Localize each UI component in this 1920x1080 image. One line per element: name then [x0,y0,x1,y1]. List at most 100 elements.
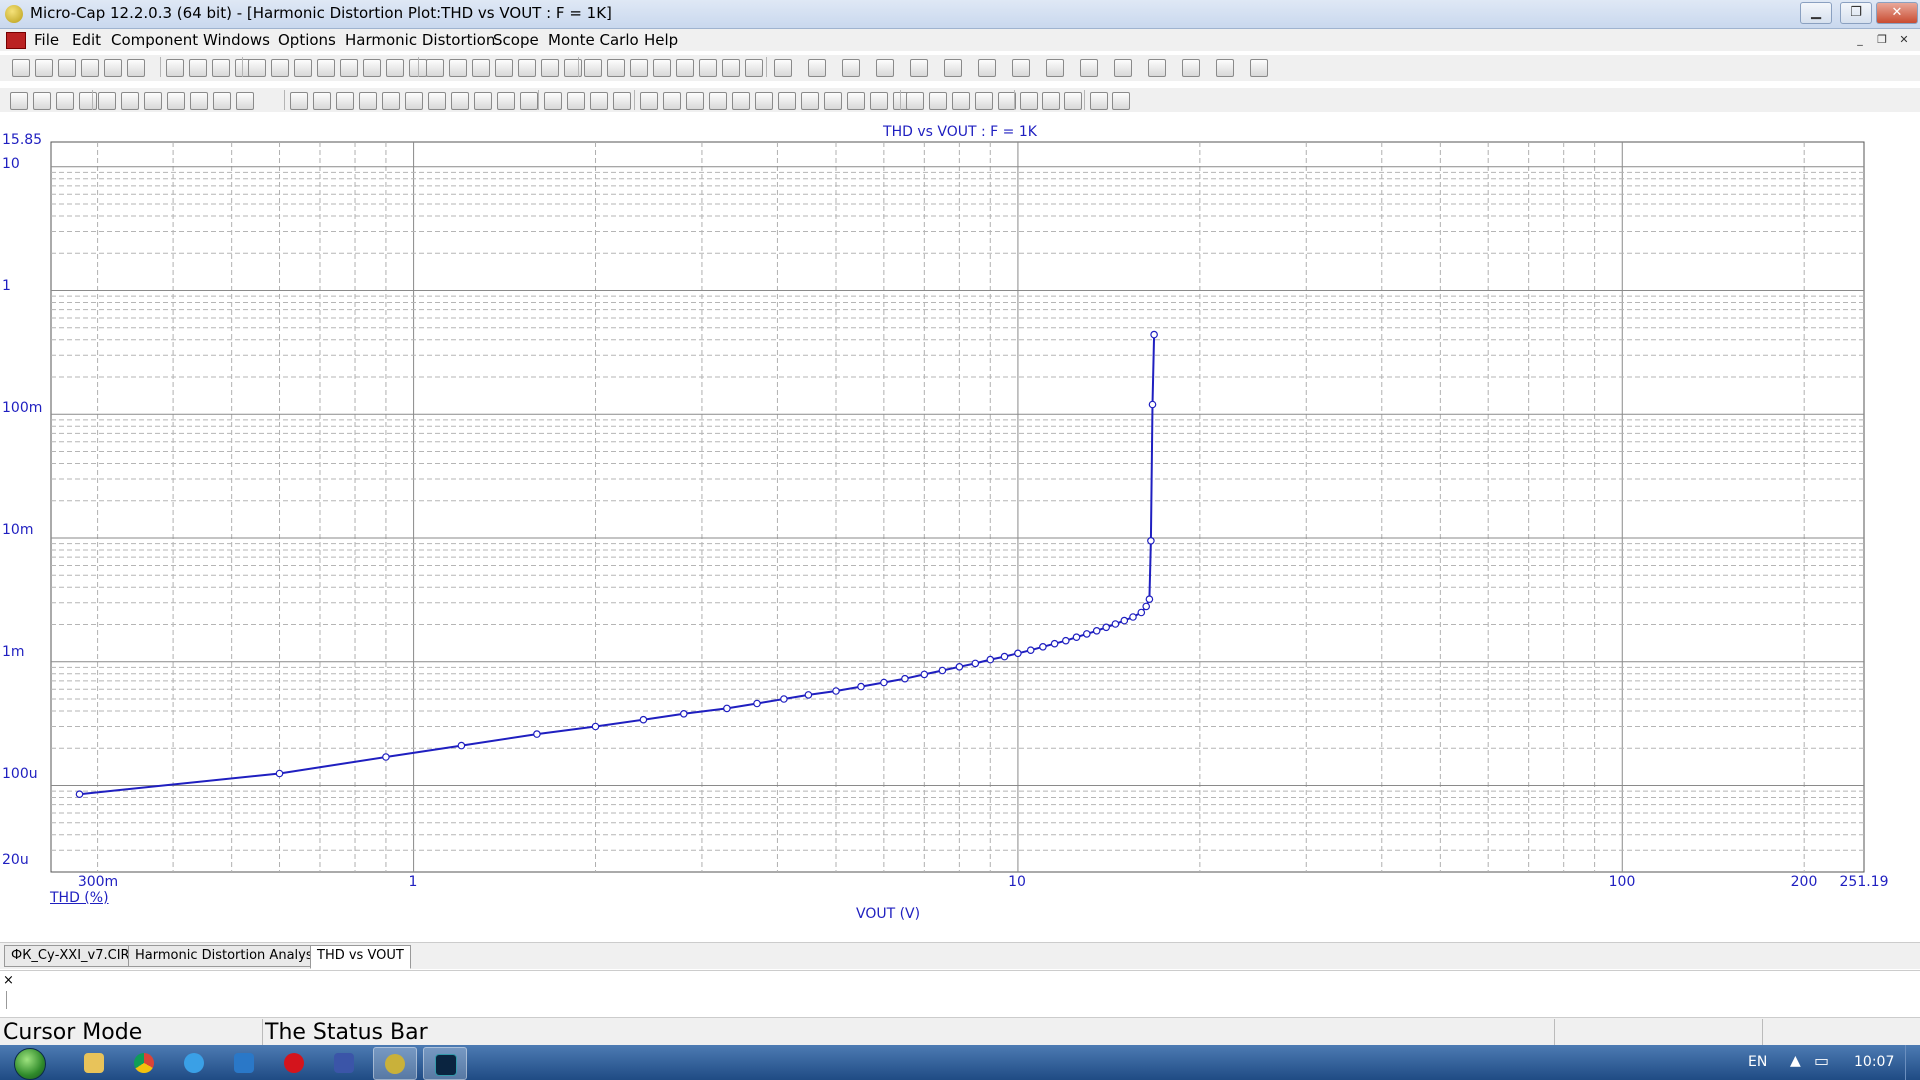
toolbar-button[interactable] [518,59,536,77]
toolbar-button[interactable] [236,92,254,110]
toolbar-button[interactable] [613,92,631,110]
toolbar-button[interactable] [801,92,819,110]
menu-component[interactable]: Component [111,31,198,49]
toolbar-button[interactable] [824,92,842,110]
toolbar-button[interactable] [732,92,750,110]
toolbar-button[interactable] [474,92,492,110]
toolbar-button[interactable] [144,92,162,110]
toolbar-button[interactable] [910,59,928,77]
toolbar-button[interactable] [1090,92,1108,110]
toolbar-button[interactable] [58,59,76,77]
thd-plot[interactable] [0,112,1920,942]
toolbar-button[interactable] [944,59,962,77]
toolbar-button[interactable] [104,59,122,77]
toolbar-button[interactable] [79,92,97,110]
toolbar-button[interactable] [722,59,740,77]
mdi-minimize-button[interactable]: _ [1852,32,1868,48]
toolbar-button[interactable] [166,59,184,77]
toolbar-button[interactable] [428,92,446,110]
toolbar-button[interactable] [876,59,894,77]
toolbar-button[interactable] [870,92,888,110]
toolbar-button[interactable] [590,92,608,110]
toolbar-button[interactable] [33,92,51,110]
toolbar-button[interactable] [1114,59,1132,77]
taskbar-ie[interactable] [173,1047,215,1078]
toolbar-button[interactable] [495,59,513,77]
toolbar-button[interactable] [774,59,792,77]
toolbar-button[interactable] [755,92,773,110]
toolbar-button[interactable] [906,92,924,110]
mdi-restore-button[interactable]: ❐ [1874,32,1890,48]
toolbar-button[interactable] [1216,59,1234,77]
toolbar-button[interactable] [290,92,308,110]
taskbar-photoshop[interactable] [423,1047,467,1080]
toolbar-button[interactable] [1046,59,1064,77]
toolbar-button[interactable] [213,92,231,110]
toolbar-button[interactable] [699,59,717,77]
toolbar-button[interactable] [1064,92,1082,110]
toolbar-button[interactable] [212,59,230,77]
message-pane[interactable]: × [0,970,1920,1017]
toolbar-button[interactable] [847,92,865,110]
toolbar-button[interactable] [248,59,266,77]
toolbar-button[interactable] [35,59,53,77]
taskbar-opera[interactable] [273,1047,315,1078]
taskbar-explorer[interactable] [73,1047,115,1078]
menu-monte-carlo[interactable]: Monte Carlo [548,31,639,49]
network-icon[interactable]: ▭ [1814,1051,1829,1070]
toolbar-button[interactable] [676,59,694,77]
tab-circuit[interactable]: ФК_Су-XXI_v7.CIR [4,945,137,967]
toolbar-button[interactable] [1012,59,1030,77]
toolbar-button[interactable] [10,92,28,110]
mdi-close-button[interactable]: ✕ [1896,32,1912,48]
plot-window[interactable]: THD vs VOUT : F = 1K 15.85 10 1 100m 10m… [0,112,1920,942]
toolbar-button[interactable] [544,92,562,110]
menu-options[interactable]: Options [278,31,336,49]
toolbar-button[interactable] [313,92,331,110]
taskbar-microcap[interactable] [373,1047,417,1080]
clock[interactable]: 10:07 [1854,1054,1894,1070]
toolbar-button[interactable] [451,92,469,110]
toolbar-button[interactable] [127,59,145,77]
menu-harmonic-distortion[interactable]: Harmonic Distortion [345,31,495,49]
toolbar-button[interactable] [382,92,400,110]
toolbar-button[interactable] [640,92,658,110]
toolbar-button[interactable] [472,59,490,77]
language-indicator[interactable]: EN [1748,1054,1767,1070]
toolbar-button[interactable] [1112,92,1130,110]
toolbar-button[interactable] [340,59,358,77]
toolbar-button[interactable] [426,59,444,77]
toolbar-button[interactable] [842,59,860,77]
app-icon[interactable] [5,5,23,23]
message-close-icon[interactable]: × [3,973,14,988]
toolbar-button[interactable] [190,92,208,110]
menu-file[interactable]: File [34,31,59,49]
toolbar-button[interactable] [584,59,602,77]
toolbar-button[interactable] [520,92,538,110]
restore-button[interactable]: ❐ [1840,2,1872,24]
toolbar-button[interactable] [1250,59,1268,77]
tab-harmonic-distortion-analysis[interactable]: Harmonic Distortion Analysis [128,945,330,967]
toolbar-button[interactable] [1020,92,1038,110]
toolbar-button[interactable] [808,59,826,77]
menu-edit[interactable]: Edit [72,31,101,49]
toolbar-button[interactable] [1080,59,1098,77]
document-icon[interactable] [6,32,26,49]
toolbar-button[interactable] [709,92,727,110]
toolbar-button[interactable] [952,92,970,110]
toolbar-button[interactable] [567,92,585,110]
toolbar-button[interactable] [663,92,681,110]
toolbar-button[interactable] [189,59,207,77]
menu-windows[interactable]: Windows [203,31,270,49]
toolbar-button[interactable] [978,59,996,77]
toolbar-button[interactable] [653,59,671,77]
tab-thd-vs-vout[interactable]: THD vs VOUT [310,945,411,969]
toolbar-button[interactable] [12,59,30,77]
show-desktop-button[interactable] [1905,1045,1920,1080]
toolbar-button[interactable] [359,92,377,110]
toolbar-button[interactable] [121,92,139,110]
toolbar-button[interactable] [336,92,354,110]
toolbar-button[interactable] [778,92,796,110]
toolbar-button[interactable] [1148,59,1166,77]
taskbar-app[interactable] [223,1047,265,1078]
